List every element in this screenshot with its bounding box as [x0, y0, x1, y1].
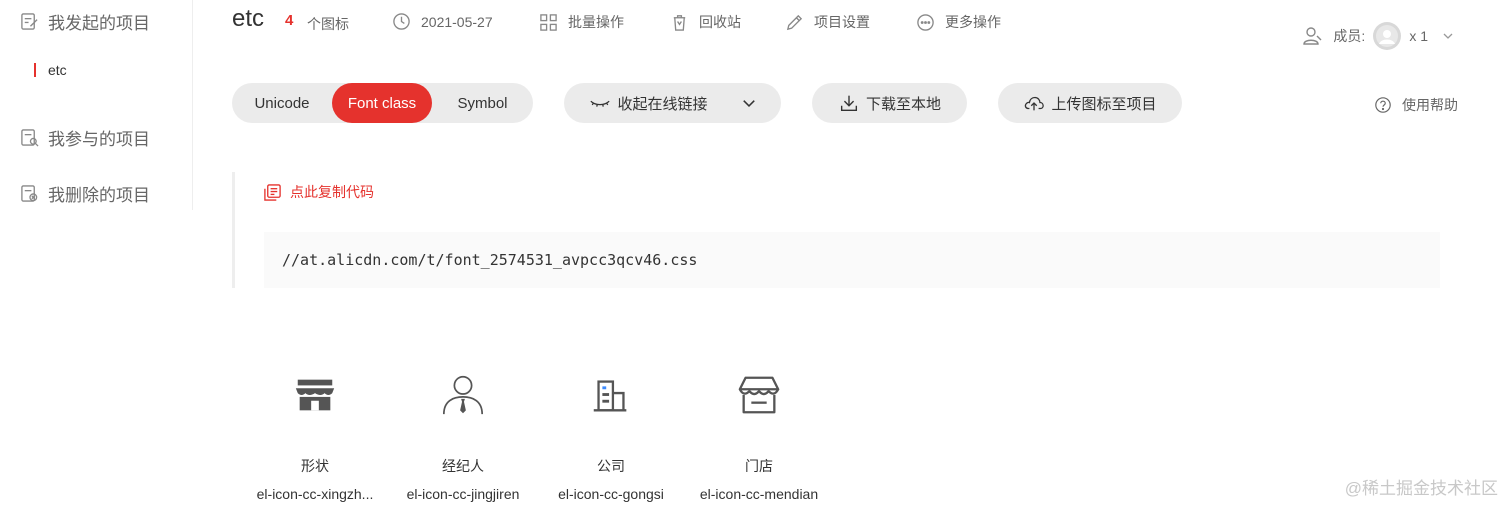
project-list-icon: [21, 13, 38, 30]
download-button[interactable]: 下载至本地: [812, 83, 967, 123]
icon-name: 经纪人: [442, 458, 484, 474]
agent-icon: [442, 375, 484, 415]
icon-card-agent[interactable]: 经纪人 el-icon-cc-jingjiren: [389, 365, 537, 513]
icon-name: 形状: [301, 458, 329, 474]
shop-icon: [738, 376, 780, 414]
copy-icon: [264, 183, 281, 201]
recycle-bin-button[interactable]: 回收站: [670, 12, 741, 32]
project-settings-label: 项目设置: [814, 14, 870, 30]
icon-count-label: 个图标: [307, 16, 349, 32]
sidebar-subitem-etc[interactable]: etc: [34, 60, 67, 80]
tab-symbol[interactable]: Symbol: [432, 83, 533, 123]
tab-font-class[interactable]: Font class: [332, 83, 432, 123]
upload-label: 上传图标至项目: [1051, 95, 1157, 113]
trash-icon: [673, 14, 686, 31]
icon-class: el-icon-cc-jingjiren: [406, 486, 520, 502]
help-label: 使用帮助: [1402, 97, 1458, 113]
icon-class: el-icon-cc-gongsi: [558, 486, 664, 502]
collapse-link-label: 收起在线链接: [617, 95, 708, 113]
pencil-icon: [786, 14, 803, 30]
sidebar-item-label: 我参与的项目: [48, 130, 150, 149]
code-panel: 点此复制代码 //at.alicdn.com/t/font_2574531_av…: [232, 172, 1440, 288]
clock-icon: [393, 13, 410, 30]
icon-name: 公司: [597, 458, 625, 474]
tab-unicode[interactable]: Unicode: [232, 83, 332, 123]
more-ops-label: 更多操作: [945, 14, 1001, 30]
members-dropdown[interactable]: 成员: x 1: [1303, 22, 1454, 50]
sidebar-item-joined-projects[interactable]: 我参与的项目: [20, 125, 150, 150]
grid-icon: [540, 13, 557, 31]
download-icon: [840, 95, 858, 112]
user-icon: [1303, 27, 1322, 45]
avatar: [1373, 22, 1402, 50]
company-icon: [593, 380, 627, 412]
project-date: 2021-05-27: [392, 12, 493, 31]
project-title: etc: [232, 5, 265, 32]
chevron-down-icon: [1443, 33, 1453, 39]
sidebar-item-label: 我发起的项目: [48, 14, 150, 33]
date-text: 2021-05-27: [421, 13, 493, 30]
question-icon: [1375, 97, 1391, 113]
more-icon: [917, 13, 934, 31]
store-icon: [295, 379, 335, 411]
project-delete-icon: [21, 185, 38, 202]
members-label: 成员:: [1333, 28, 1366, 44]
cloud-upload-icon: [1025, 96, 1045, 111]
icon-card-store[interactable]: 形状 el-icon-cc-xingzh...: [241, 365, 389, 513]
eye-closed-icon: [590, 100, 611, 107]
copy-code-label: 点此复制代码: [290, 184, 374, 200]
icon-class: el-icon-cc-mendian: [699, 486, 819, 502]
avatar-icon: [1376, 25, 1399, 47]
help-link[interactable]: 使用帮助: [1374, 95, 1458, 115]
sidebar-item-deleted-projects[interactable]: 我删除的项目: [20, 181, 150, 206]
icon-name: 门店: [745, 458, 773, 474]
more-ops-button[interactable]: 更多操作: [916, 12, 1001, 32]
sidebar: 我发起的项目 etc 我参与的项目 我删除的项目: [0, 0, 193, 210]
active-indicator: [34, 63, 36, 77]
recycle-bin-label: 回收站: [699, 14, 741, 30]
icon-card-company[interactable]: 公司 el-icon-cc-gongsi: [537, 365, 685, 513]
watermark: @稀土掘金技术社区: [1344, 479, 1498, 498]
project-settings-button[interactable]: 项目设置: [785, 12, 870, 32]
batch-ops-button[interactable]: 批量操作: [539, 12, 624, 32]
icon-card-shop[interactable]: 门店 el-icon-cc-mendian: [685, 365, 833, 513]
icon-class: el-icon-cc-xingzh...: [256, 486, 374, 502]
copy-code-link[interactable]: 点此复制代码: [263, 182, 374, 202]
chevron-down-icon: [742, 100, 755, 107]
code-type-tabs: Unicode Font class Symbol: [232, 83, 533, 123]
download-label: 下载至本地: [865, 95, 941, 113]
members-count: x 1: [1409, 28, 1428, 44]
sidebar-item-my-projects[interactable]: 我发起的项目: [20, 9, 150, 34]
upload-button[interactable]: 上传图标至项目: [998, 83, 1182, 123]
sidebar-item-label: 我删除的项目: [48, 186, 150, 205]
icon-count: 4: [285, 12, 294, 29]
collapse-link-button[interactable]: 收起在线链接: [564, 83, 781, 123]
batch-ops-label: 批量操作: [568, 14, 624, 30]
project-search-icon: [21, 129, 39, 147]
sidebar-subitem-label: etc: [48, 62, 67, 78]
code-url[interactable]: //at.alicdn.com/t/font_2574531_avpcc3qcv…: [264, 232, 1440, 288]
